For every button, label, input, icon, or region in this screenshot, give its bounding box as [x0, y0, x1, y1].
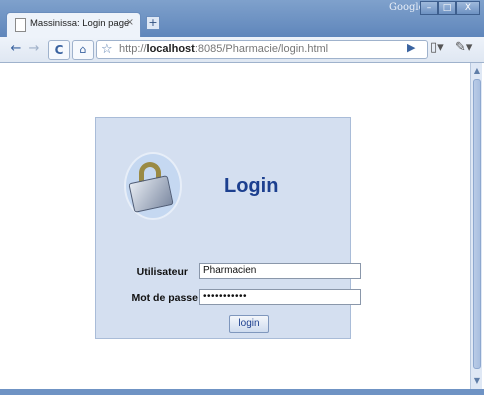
- minimize-button[interactable]: –: [420, 1, 438, 15]
- login-button[interactable]: login: [229, 315, 269, 333]
- go-arrow-icon[interactable]: ▶: [407, 41, 415, 54]
- vertical-scrollbar[interactable]: ▲ ▼: [470, 63, 482, 389]
- url-path: :8085/Pharmacie/login.html: [194, 43, 329, 55]
- forward-arrow-icon[interactable]: →: [26, 40, 42, 58]
- url-prefix: http://: [119, 43, 147, 55]
- username-input[interactable]: Pharmacien: [199, 263, 361, 279]
- new-tab-button[interactable]: +: [146, 16, 160, 30]
- login-panel: Login Utilisateur Pharmacien Mot de pass…: [95, 117, 361, 339]
- title-bar: Massinissa: Login page × + Google – □ X: [0, 0, 484, 37]
- url-text[interactable]: http://localhost:8085/Pharmacie/login.ht…: [119, 43, 328, 55]
- scroll-thumb[interactable]: [473, 79, 481, 369]
- password-input[interactable]: •••••••••••: [199, 289, 361, 305]
- url-host: localhost: [146, 43, 195, 55]
- page-menu-icon[interactable]: ▯▾: [430, 40, 444, 55]
- username-label: Utilisateur: [136, 266, 188, 278]
- window-bottom-border: [0, 389, 484, 395]
- browser-window: Massinissa: Login page × + Google – □ X …: [0, 0, 484, 395]
- password-label: Mot de passe: [131, 292, 198, 304]
- back-arrow-icon[interactable]: ←: [8, 40, 24, 58]
- home-button[interactable]: ⌂: [72, 40, 94, 60]
- scroll-up-icon[interactable]: ▲: [472, 65, 482, 77]
- page-icon: [15, 18, 26, 32]
- tab-close-icon[interactable]: ×: [126, 17, 134, 28]
- scroll-down-icon[interactable]: ▼: [472, 375, 482, 387]
- reload-button[interactable]: C: [48, 40, 70, 60]
- address-bar[interactable]: ☆ http://localhost:8085/Pharmacie/login.…: [96, 40, 428, 59]
- bookmark-star-icon[interactable]: ☆: [101, 41, 113, 58]
- login-heading: Login: [224, 175, 279, 197]
- navigation-toolbar: ← → C ⌂ ☆ http://localhost:8085/Pharmaci…: [0, 37, 484, 63]
- tab-title: Massinissa: Login page: [30, 18, 130, 29]
- tab-login-page[interactable]: Massinissa: Login page ×: [6, 12, 141, 37]
- close-window-button[interactable]: X: [456, 1, 480, 15]
- maximize-button[interactable]: □: [438, 1, 456, 15]
- wrench-menu-icon[interactable]: ✎▾: [455, 40, 472, 55]
